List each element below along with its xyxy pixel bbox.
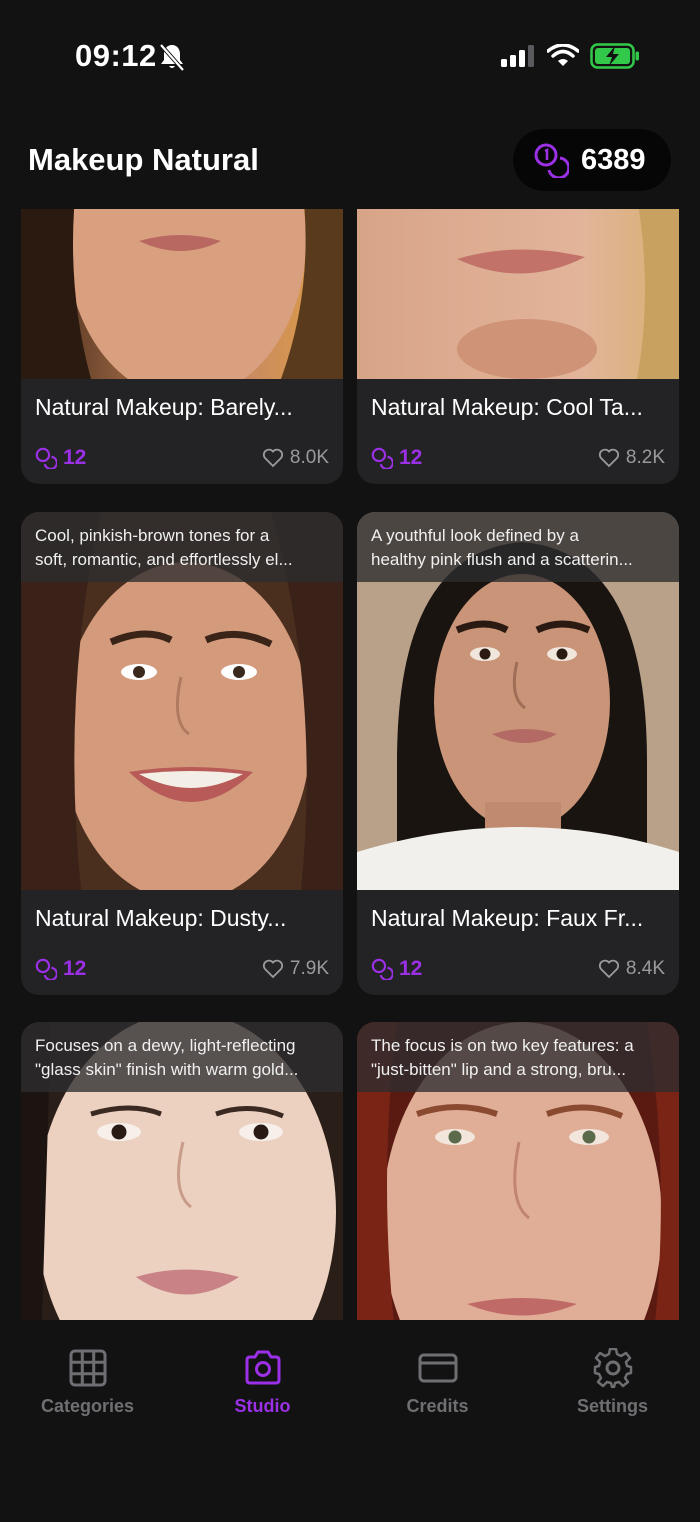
status-time: 09:12: [75, 38, 157, 73]
wifi-icon: [547, 44, 579, 66]
grid-icon: [69, 1349, 106, 1387]
tab-label: Categories: [40, 1396, 135, 1416]
card-cost: 12: [371, 446, 422, 470]
card-cost: 12: [371, 957, 422, 981]
coins-icon: [371, 958, 393, 980]
card-likes[interactable]: 7.9K: [262, 958, 329, 980]
card-title: Natural Makeup: Cool Ta...: [371, 394, 643, 420]
style-card[interactable]: Natural Makeup: Barely... 12 8.0K: [21, 209, 343, 484]
coins-icon: [534, 143, 569, 178]
card-description: Focuses on a dewy, light-reflecting "gla…: [21, 1022, 343, 1092]
style-card[interactable]: Cool, pinkish-brown tones for a soft, ro…: [21, 512, 343, 995]
header: Makeup Natural 6389: [0, 120, 700, 204]
coins-icon: [35, 958, 57, 980]
tab-label: Studio: [234, 1396, 291, 1416]
card-image: [357, 209, 679, 379]
card-description-line: soft, romantic, and effortlessly el...: [35, 550, 293, 569]
style-grid: Natural Makeup: Barely... 12 8.0K Natura…: [0, 209, 700, 1320]
card-description-line: The focus is on two key features: a: [371, 1036, 634, 1055]
heart-icon: [598, 448, 619, 468]
card-likes[interactable]: 8.0K: [262, 447, 329, 469]
card-cost-value: 12: [399, 957, 423, 980]
coins-icon: [371, 447, 393, 469]
card-likes-value: 8.2K: [625, 447, 665, 468]
card-description: The focus is on two key features: a "jus…: [357, 1022, 679, 1092]
style-card[interactable]: Focuses on a dewy, light-reflecting "gla…: [21, 1022, 343, 1320]
card-likes[interactable]: 8.2K: [598, 447, 665, 469]
card-likes-value: 8.0K: [289, 447, 329, 468]
card-image: [21, 209, 343, 379]
style-card[interactable]: A youthful look defined by a healthy pin…: [357, 512, 679, 995]
card-description: A youthful look defined by a healthy pin…: [357, 512, 679, 582]
tab-categories[interactable]: Categories: [0, 1348, 175, 1428]
card-cost-value: 12: [63, 446, 87, 469]
style-card[interactable]: The focus is on two key features: a "jus…: [357, 1022, 679, 1320]
tab-studio[interactable]: Studio: [175, 1348, 350, 1428]
tab-label: Credits: [406, 1396, 469, 1416]
cellular-signal-icon: [501, 45, 534, 67]
bell-muted-icon: [159, 43, 185, 72]
heart-icon: [598, 959, 619, 979]
heart-icon: [262, 448, 283, 468]
card-description-line: A youthful look defined by a: [371, 526, 579, 545]
status-bar: 09:12: [0, 0, 700, 110]
card-cost: 12: [35, 957, 86, 981]
page-title: Makeup Natural: [28, 142, 259, 177]
card-description-line: "just-bitten" lip and a strong, bru...: [371, 1060, 626, 1079]
card-cost: 12: [35, 446, 86, 470]
card-description-line: Focuses on a dewy, light-reflecting: [35, 1036, 296, 1055]
card-icon: [418, 1353, 457, 1383]
card-likes[interactable]: 8.4K: [598, 958, 665, 980]
tab-credits[interactable]: Credits: [350, 1348, 525, 1428]
card-likes-value: 7.9K: [289, 958, 329, 979]
tab-label: Settings: [576, 1396, 648, 1416]
heart-icon: [262, 959, 283, 979]
card-title: Natural Makeup: Faux Fr...: [371, 905, 644, 931]
card-cost-value: 12: [399, 446, 423, 469]
gear-icon: [593, 1348, 632, 1388]
credits-value: 6389: [581, 143, 646, 176]
style-card[interactable]: Natural Makeup: Cool Ta... 12 8.2K: [357, 209, 679, 484]
card-cost-value: 12: [63, 957, 87, 980]
card-likes-value: 8.4K: [625, 958, 665, 979]
tab-bar: Categories Studio Credits Settings: [0, 1320, 700, 1522]
card-description-line: Cool, pinkish-brown tones for a: [35, 526, 270, 545]
card-description: Cool, pinkish-brown tones for a soft, ro…: [21, 512, 343, 582]
tab-settings[interactable]: Settings: [525, 1348, 700, 1428]
card-title: Natural Makeup: Dusty...: [35, 905, 287, 931]
coins-icon: [35, 447, 57, 469]
card-description-line: healthy pink flush and a scatterin...: [371, 550, 633, 569]
camera-icon: [245, 1350, 280, 1385]
card-description-line: "glass skin" finish with warm gold...: [35, 1060, 299, 1079]
credits-balance-button[interactable]: 6389: [513, 129, 671, 191]
battery-charging-icon: [590, 43, 639, 69]
card-title: Natural Makeup: Barely...: [35, 394, 293, 420]
